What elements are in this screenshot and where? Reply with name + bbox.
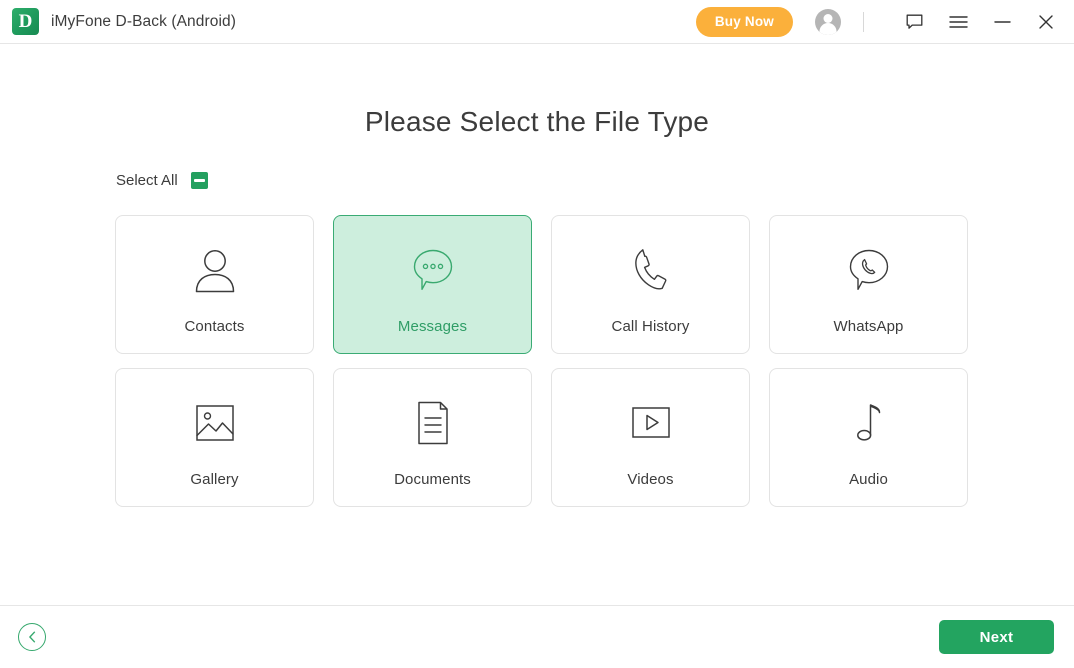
footer-bar: Next [0,605,1074,668]
select-all-checkbox[interactable] [190,172,208,189]
file-type-card-videos[interactable]: Videos [551,368,750,507]
file-type-card-whatsapp[interactable]: WhatsApp [769,215,968,354]
whatsapp-icon [846,239,892,301]
select-all-label: Select All [116,172,178,189]
contact-person-icon [190,239,240,301]
file-type-grid: Contacts Messages Call History WhatsApp … [115,215,1074,507]
buy-now-button[interactable]: Buy Now [695,6,793,37]
file-type-label: Messages [397,317,468,335]
document-page-icon [412,392,454,454]
chevron-left-icon [28,631,35,643]
back-button[interactable] [18,623,46,651]
minimize-icon[interactable] [988,8,1016,36]
file-type-card-gallery[interactable]: Gallery [115,368,314,507]
titlebar-controls: Buy Now [695,6,1060,37]
main-content: Please Select the File Type Select All C… [0,44,1074,605]
video-play-icon [627,392,675,454]
close-icon[interactable] [1032,8,1060,36]
page-title: Please Select the File Type [364,106,710,137]
app-title: iMyFone D-Back (Android) [51,12,237,30]
file-type-card-messages[interactable]: Messages [333,215,532,354]
message-bubble-icon [410,239,456,301]
app-window: D iMyFone D-Back (Android) Buy Now Pleas… [0,0,1074,668]
file-type-card-contacts[interactable]: Contacts [115,215,314,354]
file-type-label: Contacts [184,317,245,335]
hamburger-menu-icon[interactable] [944,8,972,36]
chat-bubble-icon[interactable] [900,8,928,36]
title-bar: D iMyFone D-Back (Android) Buy Now [0,0,1074,44]
file-type-label: Call History [611,317,690,335]
file-type-label: Documents [394,470,471,488]
app-logo-icon: D [12,8,39,35]
file-type-card-call-history[interactable]: Call History [551,215,750,354]
titlebar-divider [863,11,864,32]
file-type-label: Audio [849,470,888,488]
file-type-label: WhatsApp [833,317,904,335]
file-type-card-documents[interactable]: Documents [333,368,532,507]
image-picture-icon [191,392,239,454]
select-all-control[interactable]: Select All [116,172,208,189]
user-avatar-icon[interactable] [815,8,841,35]
file-type-card-audio[interactable]: Audio [769,368,968,507]
file-type-label: Videos [627,470,674,488]
music-note-icon [849,392,889,454]
phone-handset-icon [629,239,673,301]
next-button[interactable]: Next [939,620,1054,654]
file-type-label: Gallery [190,470,239,488]
